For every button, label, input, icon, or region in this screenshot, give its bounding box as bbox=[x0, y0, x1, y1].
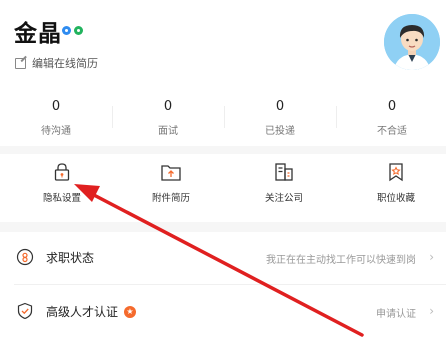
stat-label: 不合适 bbox=[377, 126, 407, 137]
folder-upload-icon bbox=[161, 165, 181, 181]
avatar-illustration bbox=[384, 14, 440, 70]
avatar[interactable] bbox=[384, 14, 440, 70]
quick-attachment-resume[interactable]: 附件简历 bbox=[115, 156, 227, 204]
edit-resume-link[interactable]: 编辑在线简历 bbox=[15, 55, 98, 71]
stats-row: 0 待沟通 0 面试 0 已投递 0 不合适 bbox=[0, 98, 446, 138]
stat-unsuitable[interactable]: 0 不合适 bbox=[336, 98, 446, 137]
stat-value: 0 bbox=[387, 99, 397, 114]
stat-value: 0 bbox=[163, 99, 173, 114]
stat-label: 已投递 bbox=[265, 126, 295, 137]
profile-header: 金晶 编辑在线简历 bbox=[0, 0, 446, 80]
bookmark-star-icon bbox=[389, 163, 403, 182]
lock-icon bbox=[54, 163, 70, 181]
verified-badge-icon bbox=[62, 26, 71, 35]
section-divider bbox=[0, 146, 446, 154]
stat-interview[interactable]: 0 面试 bbox=[112, 98, 224, 137]
quick-followed-companies[interactable]: 关注公司 bbox=[228, 156, 340, 204]
menu-row-job-status[interactable]: 求职状态 我正在在主动找工作可以快速到岗 › bbox=[0, 232, 446, 284]
menu-title: 高级人才认证 bbox=[46, 305, 119, 319]
stat-applied[interactable]: 0 已投递 bbox=[224, 98, 336, 137]
edit-resume-label: 编辑在线简历 bbox=[32, 57, 98, 70]
quick-actions: 隐私设置 附件简历 关注公司 职位收藏 bbox=[0, 156, 446, 220]
chevron-right-icon: › bbox=[429, 250, 434, 264]
chevron-right-icon: › bbox=[429, 304, 434, 318]
certification-star-icon: ★ bbox=[124, 306, 136, 318]
section-divider bbox=[0, 222, 446, 232]
quick-label: 附件简历 bbox=[151, 193, 190, 204]
stat-label: 待沟通 bbox=[41, 126, 71, 137]
stat-pending[interactable]: 0 待沟通 bbox=[0, 98, 112, 137]
quick-label: 隐私设置 bbox=[42, 193, 81, 204]
menu-title: 求职状态 bbox=[46, 251, 95, 265]
stat-value: 0 bbox=[51, 99, 61, 114]
user-name: 金晶 bbox=[14, 21, 62, 47]
stat-value: 0 bbox=[275, 99, 285, 114]
vip-badge-icon bbox=[74, 26, 83, 35]
shield-check-icon bbox=[17, 302, 33, 320]
quick-saved-jobs[interactable]: 职位收藏 bbox=[340, 156, 446, 204]
stat-label: 面试 bbox=[158, 126, 178, 137]
menu-value: 申请认证 bbox=[376, 309, 416, 320]
job-status-icon bbox=[16, 248, 34, 266]
quick-label: 关注公司 bbox=[264, 193, 303, 204]
quick-label: 职位收藏 bbox=[376, 193, 415, 204]
quick-privacy-settings[interactable]: 隐私设置 bbox=[6, 156, 118, 204]
building-icon bbox=[275, 163, 293, 181]
menu-row-talent-certification[interactable]: 高级人才认证 申请认证 › bbox=[0, 286, 446, 338]
row-divider bbox=[14, 284, 446, 285]
menu-value: 我正在在主动找工作可以快速到岗 bbox=[266, 255, 416, 266]
edit-icon bbox=[15, 57, 26, 69]
